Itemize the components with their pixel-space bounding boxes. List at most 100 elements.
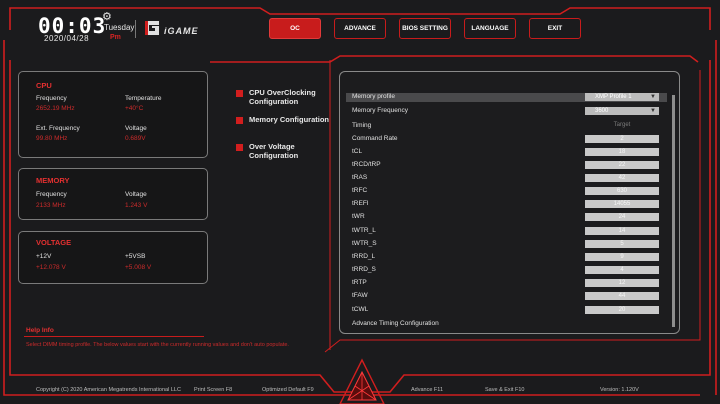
advance-button[interactable]: Advance F11 <box>411 387 443 393</box>
tab-label: ADVANCE <box>344 25 376 32</box>
memory-voltage-label: Voltage <box>125 191 147 198</box>
setting-label: tWTR_L <box>352 227 376 234</box>
setting-value-input[interactable]: 44 <box>585 292 659 300</box>
weekday-label: Tuesday <box>104 23 135 32</box>
memory-voltage-value: 1.243 V <box>125 202 148 209</box>
setting-row[interactable]: tCWL 20 <box>352 306 672 315</box>
setting-value-input[interactable]: 2 <box>585 135 659 143</box>
setting-label: tFAW <box>352 292 368 299</box>
setting-row[interactable]: tWTR_L 14 <box>352 227 672 236</box>
ampm-label: Pm <box>110 34 121 41</box>
cpu-temperature-label: Temperature <box>125 95 162 102</box>
setting-row[interactable]: tCL 18 <box>352 148 672 157</box>
memory-profile-row[interactable]: Memory profile XMP Profile 1 ▼ <box>346 93 667 102</box>
setting-value-input[interactable]: 42 <box>585 174 659 182</box>
voltage-title: VOLTAGE <box>36 238 72 247</box>
brand-logo-text: iGAME <box>164 26 199 36</box>
tab-advance[interactable]: ADVANCE <box>334 18 386 39</box>
menu-bullet-icon <box>236 144 243 151</box>
optimized-default-button[interactable]: Optimized Default F9 <box>262 387 314 393</box>
bottom-logo-emblem <box>339 358 385 404</box>
setting-value-input[interactable]: 12 <box>585 279 659 287</box>
setting-row[interactable]: tRCD/tRP 22 <box>352 161 672 170</box>
setting-row[interactable]: tWR 24 <box>352 213 672 222</box>
cpu-ext-frequency-value: 99.80 MHz <box>36 135 68 142</box>
gear-icon[interactable]: ⚙ <box>102 10 112 23</box>
setting-label: tRAS <box>352 174 368 181</box>
timing-value: Target <box>613 122 631 128</box>
tab-language[interactable]: LANGUAGE <box>464 18 516 39</box>
setting-row[interactable]: tREFI 14055 <box>352 200 672 209</box>
setting-row[interactable]: tRTP 12 <box>352 279 672 288</box>
cpu-frequency-label: Frequency <box>36 95 67 102</box>
setting-value-input[interactable]: 18 <box>585 148 659 156</box>
setting-value-input[interactable]: 5 <box>585 240 659 248</box>
voltage-panel: VOLTAGE +12V +12.078 V +5VSB +5.008 V <box>18 231 208 284</box>
tab-oc[interactable]: OC <box>269 18 321 39</box>
help-title: Help Info <box>26 327 54 334</box>
setting-row[interactable]: Command Rate 2 <box>352 135 672 144</box>
setting-label: tRRD_S <box>352 266 376 273</box>
voltage-5vsb-value: +5.008 V <box>125 264 152 271</box>
menu-bullet-icon <box>236 117 243 124</box>
setting-value-input[interactable]: 24 <box>585 213 659 221</box>
setting-value-input[interactable]: 4 <box>585 266 659 274</box>
memory-title: MEMORY <box>36 176 70 185</box>
setting-label: tRRD_L <box>352 253 376 260</box>
setting-label: tRCD/tRP <box>352 161 381 168</box>
setting-label: tREFI <box>352 200 369 207</box>
cpu-ext-frequency-label: Ext. Frequency <box>36 125 80 132</box>
setting-value-input[interactable]: 9 <box>585 253 659 261</box>
cpu-frequency-value: 2652.19 MHz <box>36 105 75 112</box>
copyright-text: Copyright (C) 2020 American Megatrends I… <box>36 387 181 393</box>
setting-label: tWR <box>352 213 365 220</box>
menu-bullet-icon <box>236 90 243 97</box>
setting-row[interactable]: tFAW 44 <box>352 292 672 301</box>
dropdown-value: 3600 <box>595 108 609 114</box>
dropdown-arrow-icon: ▼ <box>650 94 656 100</box>
cpu-temperature-value: +40°C <box>125 105 144 112</box>
setting-label: tCWL <box>352 306 369 313</box>
memory-frequency-dropdown[interactable]: 3600 ▼ <box>585 107 659 115</box>
setting-value-input[interactable]: 20 <box>585 306 659 314</box>
setting-label: tRTP <box>352 279 367 286</box>
tab-exit[interactable]: EXIT <box>529 18 581 39</box>
voltage-12v-value: +12.078 V <box>36 264 66 271</box>
memory-profile-dropdown[interactable]: XMP Profile 1 ▼ <box>585 93 659 101</box>
advance-timing-label: Advance Timing Configuration <box>352 320 439 327</box>
settings-scrollbar[interactable] <box>672 95 675 327</box>
setting-row[interactable]: tRFC 630 <box>352 187 672 196</box>
setting-row[interactable]: tRAS 42 <box>352 174 672 183</box>
dropdown-value: XMP Profile 1 <box>595 94 632 100</box>
setting-value-input[interactable]: 14055 <box>585 200 659 208</box>
setting-row[interactable]: tRRD_L 9 <box>352 253 672 262</box>
tab-label: LANGUAGE <box>471 25 509 32</box>
setting-value-input[interactable]: 630 <box>585 187 659 195</box>
setting-label: Memory profile <box>352 93 395 100</box>
tab-label: OC <box>290 25 300 32</box>
setting-label: Memory Frequency <box>352 107 408 114</box>
tab-label: BIOS SETTING <box>402 25 448 32</box>
setting-label: tCL <box>352 148 363 155</box>
setting-row[interactable]: tWTR_S 5 <box>352 240 672 249</box>
advance-timing-link[interactable]: Advance Timing Configuration <box>352 320 672 329</box>
save-exit-button[interactable]: Save & Exit F10 <box>485 387 524 393</box>
cpu-voltage-label: Voltage <box>125 125 147 132</box>
tab-bios-setting[interactable]: BIOS SETTING <box>399 18 451 39</box>
voltage-12v-label: +12V <box>36 253 52 260</box>
memory-frequency-label: Frequency <box>36 191 67 198</box>
print-screen-button[interactable]: Print Screen F8 <box>194 387 232 393</box>
voltage-5vsb-label: +5VSB <box>125 253 146 260</box>
version-text: Version: 1.120V <box>600 387 639 393</box>
setting-value-input[interactable]: 14 <box>585 227 659 235</box>
memory-panel: MEMORY Frequency 2133 MHz Voltage 1.243 … <box>18 168 208 220</box>
memory-frequency-row[interactable]: Memory Frequency 3600 ▼ <box>352 107 672 116</box>
setting-row[interactable]: tRRD_S 4 <box>352 266 672 275</box>
menu-item-label: CPU OverClocking Configuration <box>249 88 316 106</box>
setting-value-input[interactable]: 22 <box>585 161 659 169</box>
dropdown-arrow-icon: ▼ <box>650 108 656 114</box>
help-text: Select DIMM timing profile. The below va… <box>26 342 289 348</box>
menu-item-label: Memory Configuration <box>249 115 329 124</box>
timing-row: Timing Target <box>352 122 672 131</box>
tab-label: EXIT <box>547 25 563 32</box>
